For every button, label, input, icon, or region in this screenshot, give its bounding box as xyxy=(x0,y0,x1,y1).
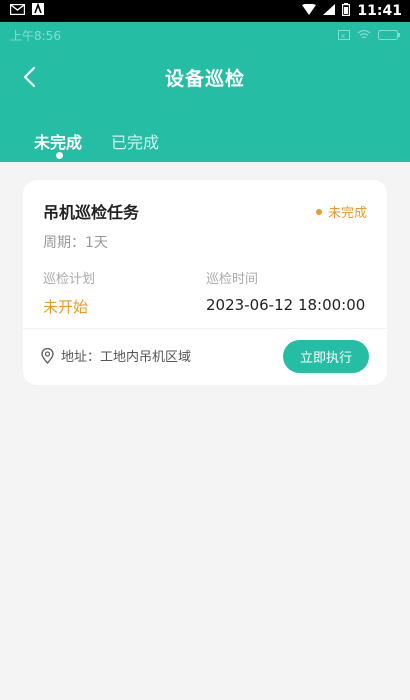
inner-battery-icon xyxy=(378,30,400,40)
svg-text:x: x xyxy=(341,32,345,40)
inner-status-bar: 上午8:56 x xyxy=(10,27,400,43)
task-card[interactable]: 吊机巡检任务 未完成 周期：1天 巡检计划 未开始 巡检时间 2023-06-1… xyxy=(23,180,387,385)
wifi-icon xyxy=(302,3,317,19)
signal-icon xyxy=(323,3,336,19)
inner-status-icons: x xyxy=(338,30,400,40)
plan-column: 巡检计划 未开始 xyxy=(43,268,95,317)
page-header: 上午8:56 x 设备巡检 未完成 已完成 xyxy=(0,22,410,162)
task-title: 吊机巡检任务 xyxy=(43,203,140,222)
execute-now-button[interactable]: 立即执行 xyxy=(283,340,369,373)
app-icon xyxy=(32,2,44,19)
inner-clock: 上午8:56 xyxy=(10,28,61,43)
period-label: 周期： xyxy=(43,235,85,251)
tab-incomplete[interactable]: 未完成 xyxy=(34,129,82,153)
status-badge: 未完成 xyxy=(315,202,367,221)
mail-icon xyxy=(9,3,26,19)
card-divider xyxy=(23,328,387,329)
period-value: 1天 xyxy=(85,235,108,251)
active-tab-indicator xyxy=(56,152,63,159)
status-dot xyxy=(315,208,322,215)
page-title: 设备巡检 xyxy=(164,68,245,90)
inner-wifi-icon xyxy=(357,30,371,39)
system-clock: 11:41 xyxy=(357,3,402,19)
sim-icon: x xyxy=(338,30,350,40)
address-row: 地址：工地内吊机区域 xyxy=(41,346,191,365)
tab-completed[interactable]: 已完成 xyxy=(111,129,159,153)
time-value: 2023-06-12 18:00:00 xyxy=(206,296,366,314)
time-label: 巡检时间 xyxy=(206,272,259,287)
location-pin-icon xyxy=(41,347,54,364)
battery-icon xyxy=(342,2,351,20)
system-status-bar: 11:41 xyxy=(0,0,410,22)
status-text: 未完成 xyxy=(327,206,367,221)
plan-value: 未开始 xyxy=(43,298,89,316)
plan-label: 巡检计划 xyxy=(43,272,96,287)
time-column: 巡检时间 2023-06-12 18:00:00 xyxy=(206,268,365,314)
address-label: 地址： xyxy=(61,350,101,365)
address-value: 工地内吊机区域 xyxy=(100,350,192,365)
period-row: 周期：1天 xyxy=(43,232,108,252)
